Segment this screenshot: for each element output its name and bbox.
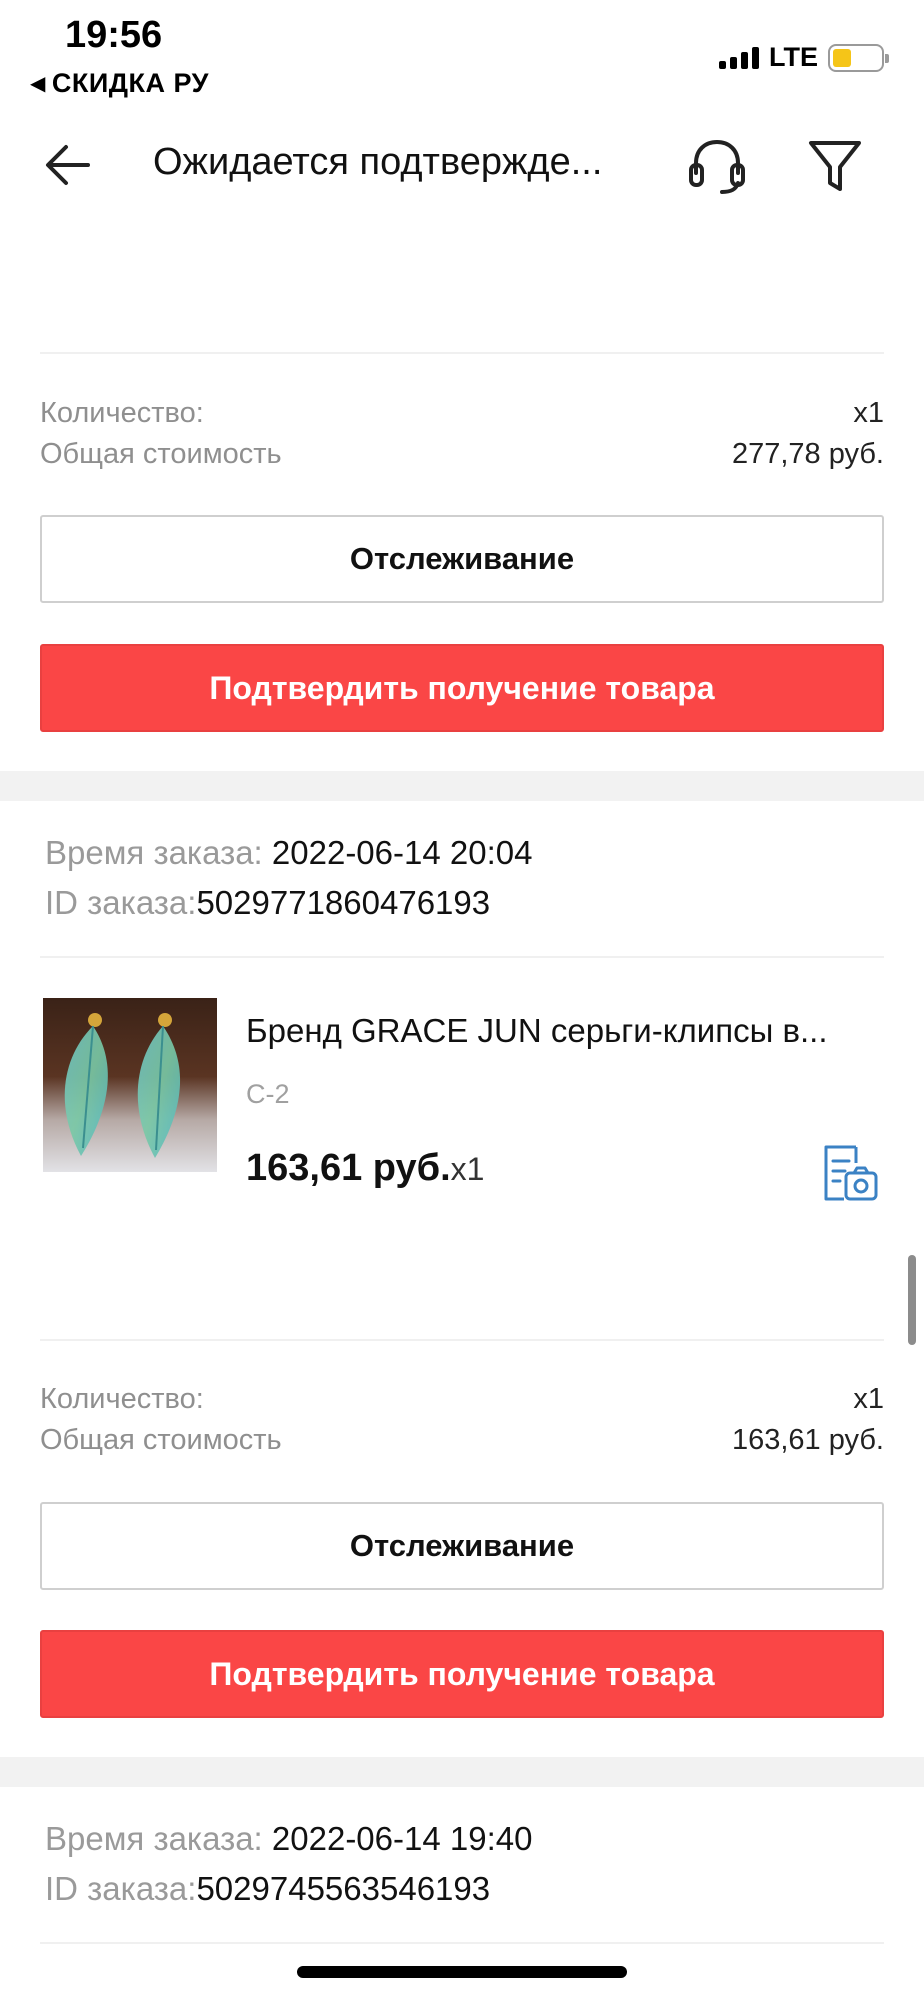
divider bbox=[40, 352, 884, 354]
screen: 19:56 ◀ СКИДКА РУ LTE Ожидается подтвержд… bbox=[0, 0, 924, 2000]
back-triangle-icon: ◀ bbox=[30, 73, 46, 95]
order-id: ID заказа:5029745563546193 bbox=[45, 1870, 490, 1908]
section-separator bbox=[0, 771, 924, 801]
order-id-label: ID заказа: bbox=[45, 1870, 197, 1907]
quantity-label: Количество: bbox=[40, 1383, 204, 1415]
status-time: 19:56 bbox=[65, 14, 163, 56]
total-row: Общая стоимость 163,61 руб. bbox=[40, 1424, 884, 1457]
quantity-row: Количество: x1 bbox=[40, 397, 884, 430]
quantity-row: Количество: x1 bbox=[40, 1383, 884, 1416]
order-id-value: 5029745563546193 bbox=[196, 1870, 491, 1907]
order-time-label: Время заказа: bbox=[45, 834, 263, 871]
track-button[interactable]: Отслеживание bbox=[40, 1502, 884, 1590]
status-indicators: LTE bbox=[719, 42, 889, 73]
photo-review-icon[interactable] bbox=[818, 1143, 880, 1203]
total-row: Общая стоимость 277,78 руб. bbox=[40, 438, 884, 471]
track-button[interactable]: Отслеживание bbox=[40, 515, 884, 603]
quantity-label: Количество: bbox=[40, 397, 204, 429]
product-price: 163,61 руб.x1 bbox=[246, 1147, 484, 1190]
order-id-label: ID заказа: bbox=[45, 884, 197, 921]
total-value: 277,78 руб. bbox=[731, 438, 884, 470]
product-name[interactable]: Бренд GRACE JUN серьги-клипсы в... bbox=[246, 1012, 828, 1050]
order-time: Время заказа: 2022-06-14 19:40 bbox=[45, 1820, 532, 1858]
order-id-value: 5029771860476193 bbox=[196, 884, 491, 921]
scrollbar[interactable] bbox=[908, 1255, 916, 1345]
order-time-value: 2022-06-14 20:04 bbox=[271, 834, 533, 871]
order-time: Время заказа: 2022-06-14 20:04 bbox=[45, 834, 532, 872]
home-indicator[interactable] bbox=[297, 1966, 627, 1978]
product-price-value: 163,61 руб. bbox=[246, 1147, 451, 1189]
divider bbox=[40, 1942, 884, 1944]
order-id: ID заказа:5029771860476193 bbox=[45, 884, 490, 922]
quantity-value: x1 bbox=[853, 1383, 884, 1415]
confirm-receipt-button[interactable]: Подтвердить получение товара bbox=[40, 644, 884, 732]
order-time-label: Время заказа: bbox=[45, 1820, 263, 1857]
product-sku: C-2 bbox=[246, 1079, 290, 1109]
back-app-name: СКИДКА РУ bbox=[51, 68, 209, 98]
total-label: Общая стоимость bbox=[40, 438, 282, 470]
quantity-value: x1 bbox=[853, 397, 884, 429]
total-label: Общая стоимость bbox=[40, 1424, 282, 1456]
network-type: LTE bbox=[769, 42, 818, 72]
back-to-app-link[interactable]: ◀ СКИДКА РУ bbox=[30, 68, 209, 99]
divider bbox=[40, 956, 884, 958]
confirm-receipt-button[interactable]: Подтвердить получение товара bbox=[40, 1630, 884, 1718]
nav-header: Ожидается подтвержде... bbox=[0, 125, 924, 205]
headset-icon[interactable] bbox=[684, 133, 750, 199]
signal-icon bbox=[719, 46, 759, 69]
battery-icon bbox=[828, 43, 889, 72]
page-title: Ожидается подтвержде... bbox=[153, 141, 603, 183]
total-value: 163,61 руб. bbox=[731, 1424, 884, 1456]
divider bbox=[40, 1339, 884, 1341]
product-image[interactable] bbox=[43, 998, 217, 1172]
product-qty: x1 bbox=[450, 1151, 485, 1187]
order-time-value: 2022-06-14 19:40 bbox=[271, 1820, 533, 1857]
arrow-left-icon[interactable] bbox=[40, 135, 100, 195]
funnel-icon[interactable] bbox=[805, 133, 865, 199]
section-separator bbox=[0, 1757, 924, 1787]
